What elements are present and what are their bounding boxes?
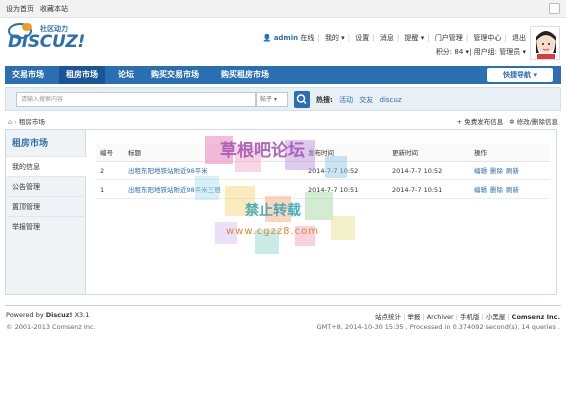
table-row: 2 出租东阳地铁站附近98平米 2014-7-7 10:52 2014-7-7 … — [96, 162, 550, 180]
top-toolbar: 设为首页 收藏本站 — [0, 0, 566, 18]
footer-link-mobile[interactable]: 手机版 — [460, 313, 480, 321]
search-bar: 请输入搜索内容 帖子 ▾ 热搜: 活动 交友 discuz — [5, 87, 561, 111]
post-free-info-link[interactable]: 免费发布信息 — [464, 118, 503, 126]
avatar[interactable] — [530, 26, 560, 60]
search-input[interactable]: 请输入搜索内容 — [16, 92, 256, 107]
col-ops: 操作 — [474, 149, 487, 157]
row-id: 1 — [100, 186, 105, 194]
search-icon — [296, 94, 307, 105]
col-updated: 更新时间 — [392, 149, 418, 157]
breadcrumb-actions: + 免费发布信息 ✲ 修改/删除信息 — [457, 116, 558, 126]
row-title-link[interactable]: 出租东阳地铁站附近98平米三居 — [128, 181, 221, 199]
set-home-link[interactable]: 设为首页 — [6, 4, 34, 14]
menu-settings[interactable]: 设置 — [355, 34, 369, 42]
powered-by: Powered by Discuz! X3.1 — [6, 311, 89, 319]
watermark-subtitle: 禁止转载 — [245, 203, 301, 219]
delete-link[interactable]: 删除 — [490, 186, 503, 194]
logo-subtitle: 社区动力 — [40, 25, 68, 33]
refresh-link[interactable]: 刷新 — [506, 167, 519, 175]
menu-notices[interactable]: 提醒 — [404, 34, 418, 42]
row-ops: 编辑 删除 刷新 — [474, 181, 522, 199]
footer-link-report[interactable]: 举报 — [407, 313, 420, 321]
menu-admin-center[interactable]: 管理中心 — [473, 34, 501, 42]
footer-link-stats[interactable]: 站点统计 — [375, 313, 401, 321]
footer-link-blackroom[interactable]: 小黑屋 — [486, 313, 506, 321]
gear-icon: ✲ — [509, 118, 515, 126]
footer-company-link[interactable]: Comsenz Inc. — [512, 313, 560, 321]
hot-search-label: 热搜: — [316, 96, 333, 104]
breadcrumb-current[interactable]: 租房市场 — [19, 118, 45, 126]
sidebar-title: 租房市场 — [12, 139, 49, 149]
sidebar-item-my-info[interactable]: 我的信息 — [6, 156, 87, 176]
edit-link[interactable]: 编辑 — [474, 186, 487, 194]
search-button[interactable] — [294, 91, 310, 108]
points-link[interactable]: 积分: 84 — [436, 48, 464, 56]
hot-term[interactable]: discuz — [380, 96, 402, 104]
watermark-title: 草根吧论坛 — [220, 141, 305, 161]
user-menu: 👤 admin 在线 | 我的 ▾ | 设置 | 消息 | 提醒 ▾ | 门户管理 | 管理… — [262, 34, 526, 42]
breadcrumb: ⌂ › 租房市场 — [8, 118, 45, 126]
nav-buy-rent-market[interactable]: 购买租房市场 — [214, 66, 276, 84]
footer-divider — [5, 305, 561, 306]
row-published: 2014-7-7 10:51 — [308, 186, 359, 194]
bookmark-link[interactable]: 收藏本站 — [40, 4, 68, 14]
row-id: 2 — [100, 167, 105, 175]
nav-buy-trade-market[interactable]: 购买交易市场 — [144, 66, 206, 84]
col-published: 发布时间 — [308, 149, 334, 157]
menu-my[interactable]: 我的 — [325, 34, 339, 42]
table-header: 编号 标题 发布时间 更新时间 操作 — [96, 144, 550, 162]
search-scope-select[interactable]: 帖子 ▾ — [256, 92, 288, 107]
avatar-image — [531, 27, 559, 59]
nav-rent-market[interactable]: 租房市场 — [59, 66, 105, 84]
usergroup-link[interactable]: 用户组: 管理员 — [474, 48, 521, 56]
menu-portal-admin[interactable]: 门户管理 — [435, 34, 463, 42]
menu-messages[interactable]: 消息 — [380, 34, 394, 42]
hot-search: 热搜: 活动 交友 discuz — [316, 95, 402, 105]
sidebar-item-announcements[interactable]: 公告管理 — [6, 176, 86, 196]
table-row: 1 出租东阳地铁站附近98平米三居 2014-7-7 10:51 2014-7-… — [96, 181, 550, 199]
user-stats: 积分: 84 ▾| 用户组: 管理员 ▾ — [435, 48, 526, 56]
sidebar-item-reports[interactable]: 举报管理 — [6, 216, 86, 236]
plus-icon: + — [456, 118, 463, 126]
refresh-link[interactable]: 刷新 — [506, 186, 519, 194]
row-ops: 编辑 删除 刷新 — [474, 162, 522, 180]
logo-text[interactable]: DISCUZ! — [8, 32, 85, 52]
edit-link[interactable]: 编辑 — [474, 167, 487, 175]
powered-version: X3.1 — [74, 311, 90, 319]
nav-forum[interactable]: 论坛 — [111, 66, 141, 84]
menu-logout[interactable]: 退出 — [512, 34, 526, 42]
delete-link[interactable]: 删除 — [490, 167, 503, 175]
nav-trade-market[interactable]: 交易市场 — [5, 66, 51, 84]
copyright: © 2001-2013 Comsenz Inc. — [6, 323, 96, 331]
sidebar: 租房市场 我的信息 公告管理 置顶管理 举报管理 — [6, 130, 87, 294]
hot-term[interactable]: 活动 — [339, 96, 353, 104]
col-id: 编号 — [100, 149, 113, 157]
powered-prefix: Powered by — [6, 311, 44, 319]
home-icon[interactable]: ⌂ — [8, 118, 12, 126]
online-status[interactable]: 在线 — [300, 34, 314, 42]
edit-delete-info-link[interactable]: 修改/删除信息 — [517, 118, 558, 126]
scroll-top-icon[interactable] — [549, 3, 560, 14]
hot-term[interactable]: 交友 — [359, 96, 373, 104]
row-updated: 2014-7-7 10:52 — [392, 167, 443, 175]
powered-brand-link[interactable]: Discuz! — [46, 311, 73, 319]
row-published: 2014-7-7 10:52 — [308, 167, 359, 175]
row-title-link[interactable]: 出租东阳地铁站附近98平米 — [128, 162, 208, 180]
row-updated: 2014-7-7 10:51 — [392, 186, 443, 194]
username-link[interactable]: admin — [274, 34, 298, 42]
main-nav: 交易市场 租房市场 论坛 购买交易市场 购买租房市场 快捷导航 ▾ — [5, 66, 561, 84]
user-icon: 👤 — [262, 34, 272, 42]
footer-stats: GMT+8, 2014-10-30 15:35 , Processed in 0… — [316, 323, 560, 331]
watermark-url: www.cgzz8.com — [226, 226, 320, 237]
footer-link-archiver[interactable]: Archiver — [427, 313, 454, 321]
col-title: 标题 — [128, 149, 141, 157]
quick-nav-button[interactable]: 快捷导航 ▾ — [487, 68, 553, 82]
sidebar-item-sticky[interactable]: 置顶管理 — [6, 196, 86, 216]
footer-links: 站点统计 | 举报 | Archiver | 手机版 | 小黑屋 | Comse… — [375, 313, 560, 321]
